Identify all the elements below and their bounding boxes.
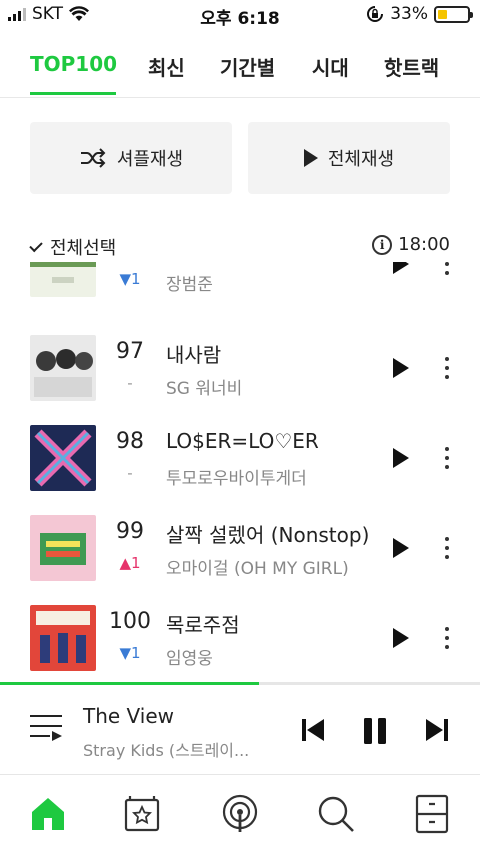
play-icon[interactable] <box>393 628 409 648</box>
mini-player[interactable]: The View Stray Kids (스트레이... <box>0 685 480 775</box>
play-icon[interactable] <box>393 448 409 468</box>
storage-icon[interactable] <box>412 794 452 834</box>
chart-update-time: i 18:00 <box>372 234 450 255</box>
song-row[interactable]: 100 ▼1 목로주점 임영웅 <box>0 593 480 682</box>
info-icon[interactable]: i <box>372 234 393 255</box>
check-icon <box>29 238 43 252</box>
playlist-menu-icon[interactable] <box>30 715 62 743</box>
previous-icon[interactable] <box>300 717 326 743</box>
more-icon[interactable] <box>444 627 450 649</box>
rank-change: ▼1 <box>119 644 141 662</box>
update-time-label: 18:00 <box>398 234 450 255</box>
more-icon[interactable] <box>444 537 450 559</box>
tab-latest[interactable]: 최신 <box>148 52 185 81</box>
play-icon <box>303 149 318 167</box>
rotation-lock-icon <box>367 6 384 22</box>
battery-icon <box>434 5 473 23</box>
album-art <box>30 262 96 297</box>
album-art <box>30 425 96 491</box>
artist-name: 오마이걸 (OH MY GIRL) <box>166 559 349 579</box>
play-all-button[interactable]: 전체재생 <box>248 122 450 194</box>
tab-hot-track[interactable]: 핫트랙 <box>384 52 439 81</box>
rank-change: - <box>127 464 133 482</box>
home-icon[interactable] <box>28 794 68 834</box>
next-icon[interactable] <box>424 717 450 743</box>
playlist-star-icon[interactable] <box>122 794 162 834</box>
album-art <box>30 605 96 671</box>
list-header: 전체선택 i 18:00 <box>29 232 450 262</box>
song-title: 목로주점 <box>166 613 240 637</box>
chart-tabs: TOP100 최신 기간별 시대 핫트랙 <box>0 40 480 98</box>
play-icon[interactable] <box>393 262 409 274</box>
tab-period[interactable]: 기간별 <box>220 52 275 81</box>
status-bar: SKT 오후 6:18 33% <box>0 0 480 30</box>
more-icon[interactable] <box>444 447 450 469</box>
pause-icon[interactable] <box>361 717 389 745</box>
rank-change: ▲1 <box>119 554 141 572</box>
active-tab-indicator <box>30 92 116 95</box>
bottom-nav <box>0 776 480 851</box>
song-title: LO$ER=LO♡ER <box>166 429 319 453</box>
select-all-label: 전체선택 <box>50 238 117 259</box>
status-right: 33% <box>366 4 473 24</box>
song-title: 내사람 <box>166 343 222 367</box>
search-icon[interactable] <box>316 794 356 834</box>
rank-number: 99 <box>116 519 144 544</box>
now-playing-artist: Stray Kids (스트레이... <box>83 741 250 760</box>
more-icon[interactable] <box>444 262 450 275</box>
shuffle-play-label: 셔플재생 <box>116 149 184 170</box>
album-art <box>30 515 96 581</box>
play-actions: 셔플재생 전체재생 <box>30 122 450 194</box>
tab-era[interactable]: 시대 <box>312 52 349 81</box>
chart-list: ▼1 장범준 97 - 내사람 SG 워너비 98 - LO$ER=LO♡ER … <box>0 262 480 682</box>
rank-number: 97 <box>116 339 144 364</box>
more-icon[interactable] <box>444 357 450 379</box>
tab-top100[interactable]: TOP100 <box>30 52 117 76</box>
play-icon[interactable] <box>393 538 409 558</box>
song-row[interactable]: ▼1 장범준 <box>0 262 480 309</box>
artist-name: 임영웅 <box>166 649 213 669</box>
artist-name: 장범준 <box>166 275 213 295</box>
album-art <box>30 335 96 401</box>
song-row[interactable]: 99 ▲1 살짝 설렜어 (Nonstop) 오마이걸 (OH MY GIRL) <box>0 503 480 593</box>
podcast-icon[interactable] <box>220 794 260 834</box>
rank-change: - <box>127 374 133 392</box>
now-playing-title: The View <box>83 704 175 728</box>
rank-change: ▼1 <box>119 270 141 288</box>
artist-name: 투모로우바이투게더 <box>166 469 307 489</box>
rank-number: 98 <box>116 429 144 454</box>
play-icon[interactable] <box>393 358 409 378</box>
select-all-button[interactable]: 전체선택 <box>29 234 117 260</box>
song-row[interactable]: 98 - LO$ER=LO♡ER 투모로우바이투게더 <box>0 413 480 503</box>
shuffle-icon <box>80 148 106 168</box>
play-all-label: 전체재생 <box>327 149 395 170</box>
battery-percent: 33% <box>390 4 428 24</box>
rank-number: 100 <box>109 609 151 634</box>
song-title: 살짝 설렜어 (Nonstop) <box>166 523 370 547</box>
shuffle-play-button[interactable]: 셔플재생 <box>30 122 232 194</box>
song-row[interactable]: 97 - 내사람 SG 워너비 <box>0 323 480 413</box>
artist-name: SG 워너비 <box>166 379 243 399</box>
